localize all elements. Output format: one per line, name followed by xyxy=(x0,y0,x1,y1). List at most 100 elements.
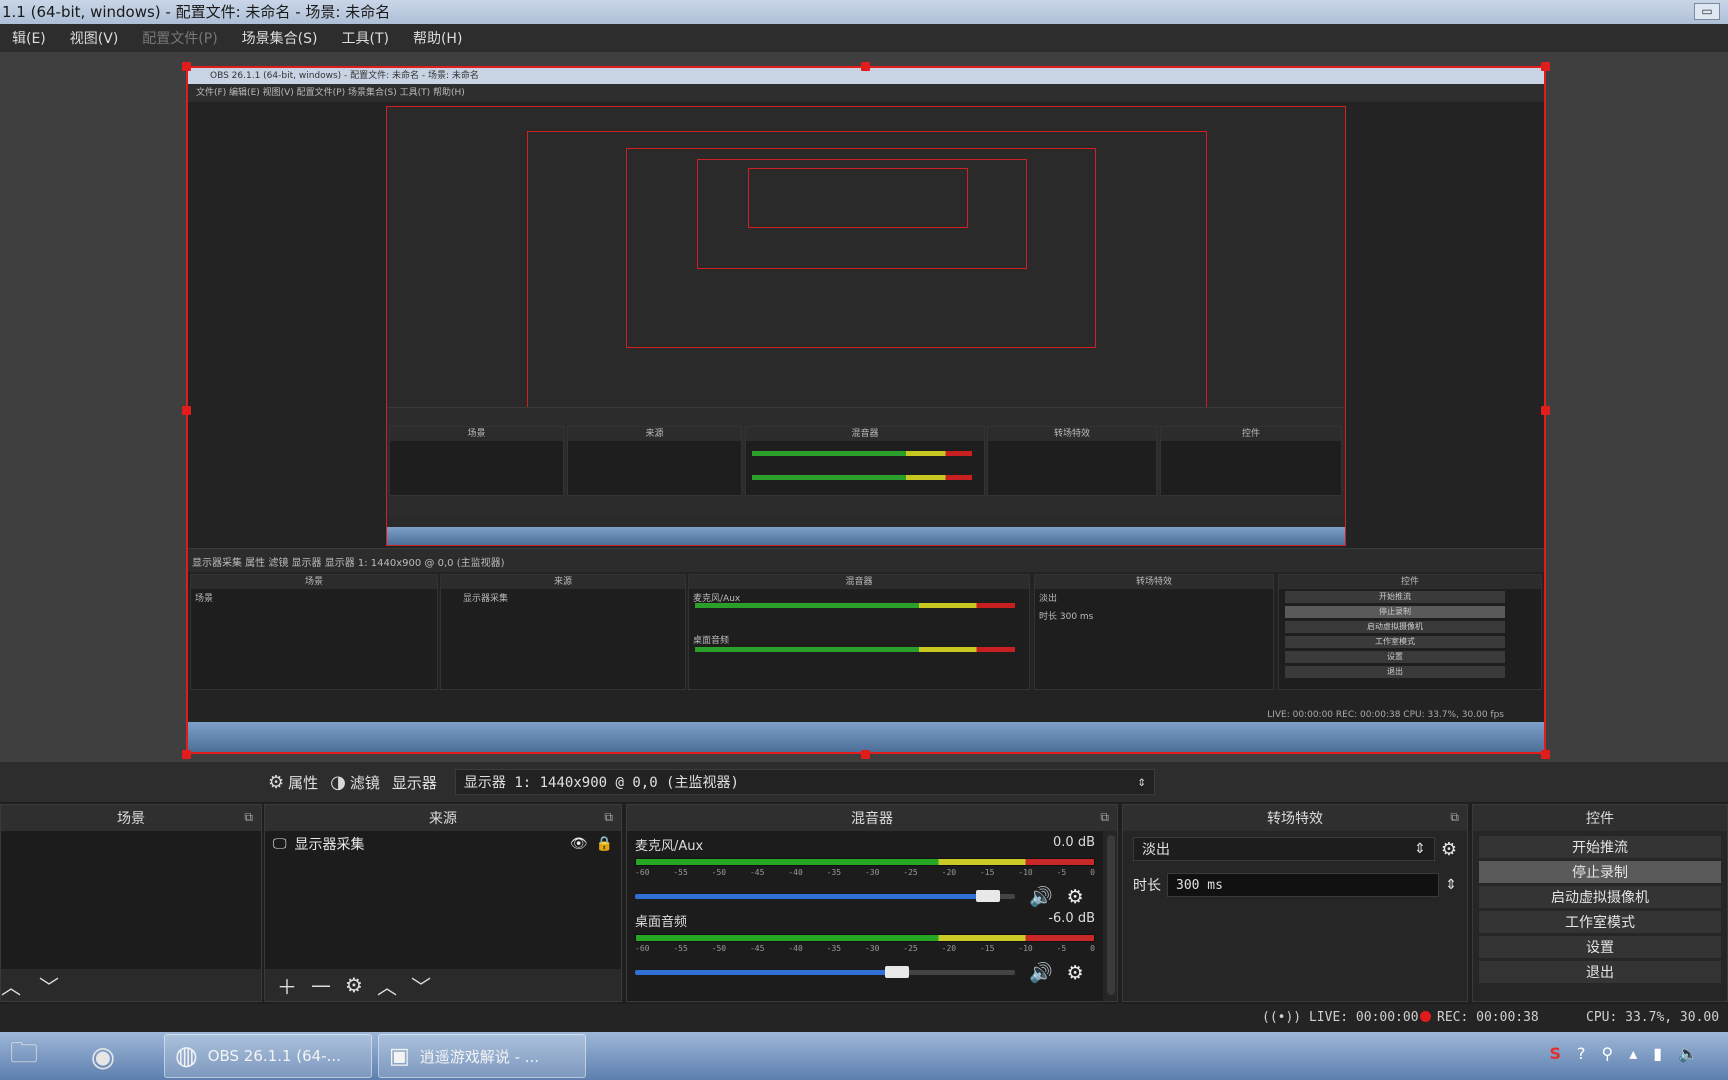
move-up-icon[interactable]: ︿ xyxy=(1,971,21,1000)
signal-icon[interactable]: ▮ xyxy=(1653,1044,1662,1063)
move-down-icon[interactable]: ﹀ xyxy=(39,971,59,1000)
scale-tick: -15 xyxy=(979,868,995,877)
start-virtual-camera-button[interactable]: 启动虚拟摄像机 xyxy=(1479,886,1721,908)
controls-dock: 控件 开始推流 停止录制 启动虚拟摄像机 工作室模式 设置 退出 xyxy=(1472,804,1728,1002)
scenes-list[interactable] xyxy=(1,831,261,969)
system-tray: S ? ⚲ ▴ ▮ 🔈 xyxy=(1549,1044,1698,1063)
display-select[interactable]: 显示器 1: 1440x900 @ 0,0 (主监视器) ⇕ xyxy=(454,769,1155,795)
move-up-icon[interactable]: ︿ xyxy=(377,971,397,1000)
resize-handle-bl[interactable] xyxy=(182,750,191,759)
gear-icon[interactable]: ⚙ xyxy=(1067,886,1084,908)
volume-meter xyxy=(635,858,1095,866)
sources-dock-title: 来源 xyxy=(429,811,457,827)
volume-slider[interactable] xyxy=(635,966,1015,978)
speaker-icon[interactable]: 🔊 xyxy=(1029,961,1053,984)
scale-tick: -10 xyxy=(1018,944,1033,953)
resize-handle-t[interactable] xyxy=(861,62,870,71)
add-icon[interactable]: ＋ xyxy=(277,971,297,1000)
taskbar-app-obs[interactable]: ◍ OBS 26.1.1 (64-... xyxy=(164,1034,372,1078)
live-time: LIVE: 00:00:00 xyxy=(1308,1010,1419,1025)
source-item-display-capture[interactable]: 🖵 显示器采集 👁 🔒 xyxy=(265,831,621,857)
gear-icon[interactable]: ⚙ xyxy=(345,973,363,997)
speaker-icon[interactable]: 🔈 xyxy=(1678,1044,1698,1063)
eye-icon[interactable]: 👁 xyxy=(570,836,588,852)
volume-slider[interactable] xyxy=(635,890,1015,902)
menu-scene-collection[interactable]: 场景集合(S) xyxy=(230,28,330,48)
lock-icon[interactable]: 🔒 xyxy=(596,836,613,852)
exit-button[interactable]: 退出 xyxy=(1479,961,1721,983)
resize-handle-l[interactable] xyxy=(182,406,191,415)
mini-btn-studio: 工作室模式 xyxy=(1285,636,1505,648)
scale-tick: -30 xyxy=(864,868,880,877)
undock-icon[interactable]: ⧉ xyxy=(604,810,613,825)
scale-tick: -15 xyxy=(979,944,995,953)
menu-edit[interactable]: 辑(E) xyxy=(0,28,58,48)
scale-tick: -55 xyxy=(673,944,688,953)
menu-tools[interactable]: 工具(T) xyxy=(329,28,400,48)
controls-dock-header: 控件 xyxy=(1473,805,1727,831)
mini-taskbar xyxy=(188,722,1544,752)
source-toolbar: ⚙ 属性 ◑ 滤镜 显示器 显示器 1: 1440x900 @ 0,0 (主监视… xyxy=(0,762,1728,802)
transition-select[interactable]: 淡出 ⇕ xyxy=(1133,837,1435,861)
filters-button[interactable]: ◑ 滤镜 xyxy=(330,772,380,793)
scale-tick: -5 xyxy=(1056,868,1067,877)
network-usb-icon[interactable]: ⚲ xyxy=(1602,1044,1614,1063)
gear-icon: ⚙ xyxy=(268,771,285,793)
mini-source-item: 显示器采集 xyxy=(463,594,509,604)
undock-icon[interactable]: ⧉ xyxy=(1450,810,1459,825)
updown-arrows-icon: ⇕ xyxy=(1414,841,1426,857)
speaker-icon[interactable]: 🔊 xyxy=(1029,885,1053,908)
mixer-channel-name: 桌面音频 xyxy=(635,915,688,930)
nested-sources-title: 来源 xyxy=(568,427,741,441)
move-down-icon[interactable]: ﹀ xyxy=(411,971,431,1000)
preview-source-display-capture[interactable]: OBS 26.1.1 (64-bit, windows) - 配置文件: 未命名… xyxy=(186,66,1546,754)
preview-canvas[interactable]: OBS 26.1.1 (64-bit, windows) - 配置文件: 未命名… xyxy=(0,52,1728,762)
scale-tick: -20 xyxy=(941,944,957,953)
mini-status-bar: LIVE: 00:00:00 REC: 00:00:38 CPU: 33.7%,… xyxy=(1267,710,1504,720)
gear-icon[interactable]: ⚙ xyxy=(1067,962,1084,984)
duration-input[interactable]: 300 ms xyxy=(1167,873,1440,897)
nested-mixer-panel: 混音器 xyxy=(745,426,985,496)
studio-mode-button[interactable]: 工作室模式 xyxy=(1479,911,1721,933)
input-method-icon[interactable]: S xyxy=(1549,1044,1561,1063)
resize-handle-tr[interactable] xyxy=(1541,62,1550,71)
volume-slider-knob[interactable] xyxy=(885,966,909,978)
undock-icon[interactable]: ⧉ xyxy=(1100,810,1109,825)
resize-handle-b[interactable] xyxy=(861,750,870,759)
mini-scenes-title: 场景 xyxy=(191,575,437,589)
window-restore-button[interactable]: ▭ xyxy=(1694,3,1720,20)
remove-icon[interactable]: — xyxy=(311,973,331,997)
scale-tick: -50 xyxy=(711,868,727,877)
undock-icon[interactable]: ⧉ xyxy=(244,810,253,825)
resize-handle-tl[interactable] xyxy=(182,62,191,71)
resize-handle-r[interactable] xyxy=(1541,406,1550,415)
rec-time: REC: 00:00:38 xyxy=(1437,1010,1539,1025)
menu-help[interactable]: 帮助(H) xyxy=(401,28,474,48)
taskbar-app-video[interactable]: ▣ 逍遥游戏解说 - ... xyxy=(378,1034,586,1078)
firefox-icon[interactable]: ◉ xyxy=(48,1034,158,1078)
scale-tick: -40 xyxy=(788,944,803,953)
mini-desktop-meter xyxy=(695,647,1015,652)
nested-scenes-panel: 场景 xyxy=(389,426,564,496)
spinner-icon[interactable]: ⇕ xyxy=(1445,877,1457,893)
mixer-dock: 混音器 ⧉ 麦克风/Aux 0.0 dB -60 -55 -50 -45 -40 -35-… xyxy=(626,804,1118,1002)
tray-expand-icon[interactable]: ▴ xyxy=(1629,1044,1637,1063)
mini-mixer-title: 混音器 xyxy=(689,575,1029,589)
volume-slider-knob[interactable] xyxy=(976,890,1000,902)
scale-tick: -55 xyxy=(673,868,688,877)
menu-view[interactable]: 视图(V) xyxy=(58,28,131,48)
help-icon[interactable]: ? xyxy=(1577,1044,1586,1063)
mini-controls-panel: 控件 开始推流 停止录制 启动虚拟摄像机 工作室模式 设置 退出 xyxy=(1278,574,1542,690)
mixer-body: 麦克风/Aux 0.0 dB -60 -55 -50 -45 -40 -35 -30 -25-… xyxy=(627,831,1103,1001)
sources-list[interactable]: 🖵 显示器采集 👁 🔒 xyxy=(265,831,621,969)
start-streaming-button[interactable]: 开始推流 xyxy=(1479,836,1721,858)
folder-icon[interactable]: 🗀 xyxy=(0,1034,48,1078)
menu-profile[interactable]: 配置文件(P) xyxy=(130,28,229,48)
stop-recording-button[interactable]: 停止录制 xyxy=(1479,861,1721,883)
properties-button[interactable]: ⚙ 属性 xyxy=(268,772,318,793)
gear-icon[interactable]: ⚙ xyxy=(1441,839,1457,860)
mini-toolbar-text: 显示器采集 属性 滤镜 显示器 显示器 1: 1440x900 @ 0,0 (主… xyxy=(192,558,505,569)
resize-handle-br[interactable] xyxy=(1541,750,1550,759)
mixer-scrollbar[interactable] xyxy=(1107,835,1115,995)
settings-button[interactable]: 设置 xyxy=(1479,936,1721,958)
